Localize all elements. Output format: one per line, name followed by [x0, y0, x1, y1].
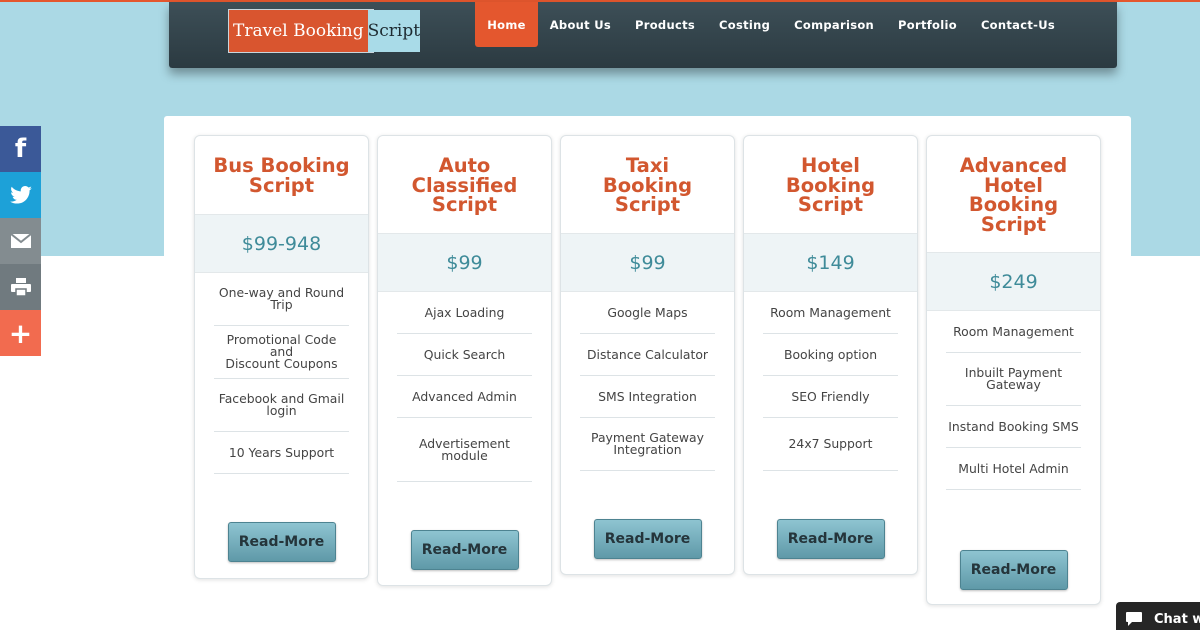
feature-item: Advertisement module: [397, 418, 532, 482]
card-title-line: Script: [248, 173, 315, 197]
pricing-card-taxi-booking: Taxi Booking Script $99 Google Maps Dist…: [560, 135, 735, 575]
card-title-line: Auto: [438, 154, 491, 177]
card-price: $99-948: [195, 214, 368, 273]
chat-label: Chat w: [1154, 611, 1200, 627]
site-logo[interactable]: Travel Booking Script: [228, 9, 421, 53]
card-title-line: Bus Booking: [213, 154, 350, 177]
facebook-icon: f: [14, 134, 27, 164]
feature-item: Facebook and Gmail login: [214, 379, 349, 432]
twitter-share-button[interactable]: [0, 172, 41, 218]
feature-item: Advanced Admin: [397, 376, 532, 418]
read-more-button[interactable]: Read-More: [776, 519, 885, 559]
card-title-line: Taxi: [625, 154, 670, 177]
card-title-line: Hotel: [801, 154, 860, 177]
feature-item: Room Management: [763, 292, 898, 334]
feature-list: Room Management Inbuilt Payment Gateway I…: [946, 311, 1081, 490]
feature-list: Ajax Loading Quick Search Advanced Admin…: [397, 292, 532, 482]
card-title-line: Script: [797, 193, 864, 216]
pricing-panel: Bus Booking Script $99-948 One-way and R…: [164, 116, 1131, 630]
feature-item: Inbuilt Payment Gateway: [946, 353, 1081, 406]
nav-costing[interactable]: Costing: [707, 2, 782, 47]
card-title: Advanced Hotel Booking Script: [927, 136, 1100, 234]
feature-item: Google Maps: [580, 292, 715, 334]
feature-item: Distance Calculator: [580, 334, 715, 376]
feature-item: 24x7 Support: [763, 418, 898, 471]
share-bar: f +: [0, 126, 41, 356]
pricing-card-advanced-hotel-booking: Advanced Hotel Booking Script $249 Room …: [926, 135, 1101, 605]
feature-item: SEO Friendly: [763, 376, 898, 418]
nav-portfolio[interactable]: Portfolio: [886, 2, 969, 47]
card-title-line: Script: [980, 212, 1047, 236]
site-header: Travel Booking Script Home About Us Prod…: [169, 2, 1117, 68]
feature-item: Room Management: [946, 311, 1081, 353]
twitter-icon: [9, 186, 32, 204]
read-more-button[interactable]: Read-More: [593, 519, 702, 559]
card-title: Hotel Booking Script: [744, 136, 917, 215]
feature-list: One-way and Round Trip Promotional Code a…: [214, 273, 349, 474]
card-title-line: Advanced: [959, 154, 1068, 177]
read-more-button[interactable]: Read-More: [227, 522, 336, 562]
email-share-button[interactable]: [0, 218, 41, 264]
logo-text-script: Script: [367, 10, 421, 52]
card-title-line: Booking: [968, 193, 1059, 216]
card-title: Bus Booking Script: [195, 136, 368, 195]
nav-home[interactable]: Home: [475, 2, 538, 47]
feature-item: 10 Years Support: [214, 432, 349, 474]
printer-icon: [10, 278, 31, 296]
card-title: Taxi Booking Script: [561, 136, 734, 215]
feature-item: Instand Booking SMS: [946, 406, 1081, 448]
nav-products[interactable]: Products: [623, 2, 707, 47]
chat-widget[interactable]: Chat w: [1116, 602, 1200, 630]
card-price: $249: [927, 252, 1100, 311]
card-title-line: Script: [431, 193, 498, 216]
read-more-button[interactable]: Read-More: [410, 530, 519, 570]
card-price: $149: [744, 233, 917, 292]
feature-item: One-way and Round Trip: [214, 273, 349, 326]
feature-item: Booking option: [763, 334, 898, 376]
feature-list: Google Maps Distance Calculator SMS Inte…: [580, 292, 715, 471]
more-share-button[interactable]: +: [0, 310, 41, 356]
feature-item: Promotional Code and Discount Coupons: [214, 326, 349, 379]
nav-contact-us[interactable]: Contact-Us: [969, 2, 1067, 47]
print-button[interactable]: [0, 264, 41, 310]
mail-icon: [10, 234, 31, 248]
logo-text-travel-booking: Travel Booking: [229, 10, 368, 52]
pricing-card-hotel-booking: Hotel Booking Script $149 Room Managemen…: [743, 135, 918, 575]
chat-bubble-icon: [1126, 612, 1142, 626]
feature-item: Payment Gateway Integration: [580, 418, 715, 471]
feature-list: Room Management Booking option SEO Frien…: [763, 292, 898, 471]
nav-comparison[interactable]: Comparison: [782, 2, 886, 47]
card-title-line: Script: [614, 193, 681, 216]
read-more-button[interactable]: Read-More: [959, 550, 1068, 590]
nav-about-us[interactable]: About Us: [538, 2, 623, 47]
nav-spacer: [1067, 2, 1117, 47]
feature-item: Quick Search: [397, 334, 532, 376]
feature-item: Ajax Loading: [397, 292, 532, 334]
main-nav: Home About Us Products Costing Compariso…: [475, 2, 1117, 47]
feature-item: Multi Hotel Admin: [946, 448, 1081, 490]
plus-icon: +: [8, 316, 33, 350]
pricing-card-bus-booking: Bus Booking Script $99-948 One-way and R…: [194, 135, 369, 579]
card-title: Auto Classified Script: [378, 136, 551, 215]
card-price: $99: [561, 233, 734, 292]
pricing-card-auto-classified: Auto Classified Script $99 Ajax Loading …: [377, 135, 552, 586]
facebook-share-button[interactable]: f: [0, 126, 41, 172]
card-price: $99: [378, 233, 551, 292]
feature-item: SMS Integration: [580, 376, 715, 418]
